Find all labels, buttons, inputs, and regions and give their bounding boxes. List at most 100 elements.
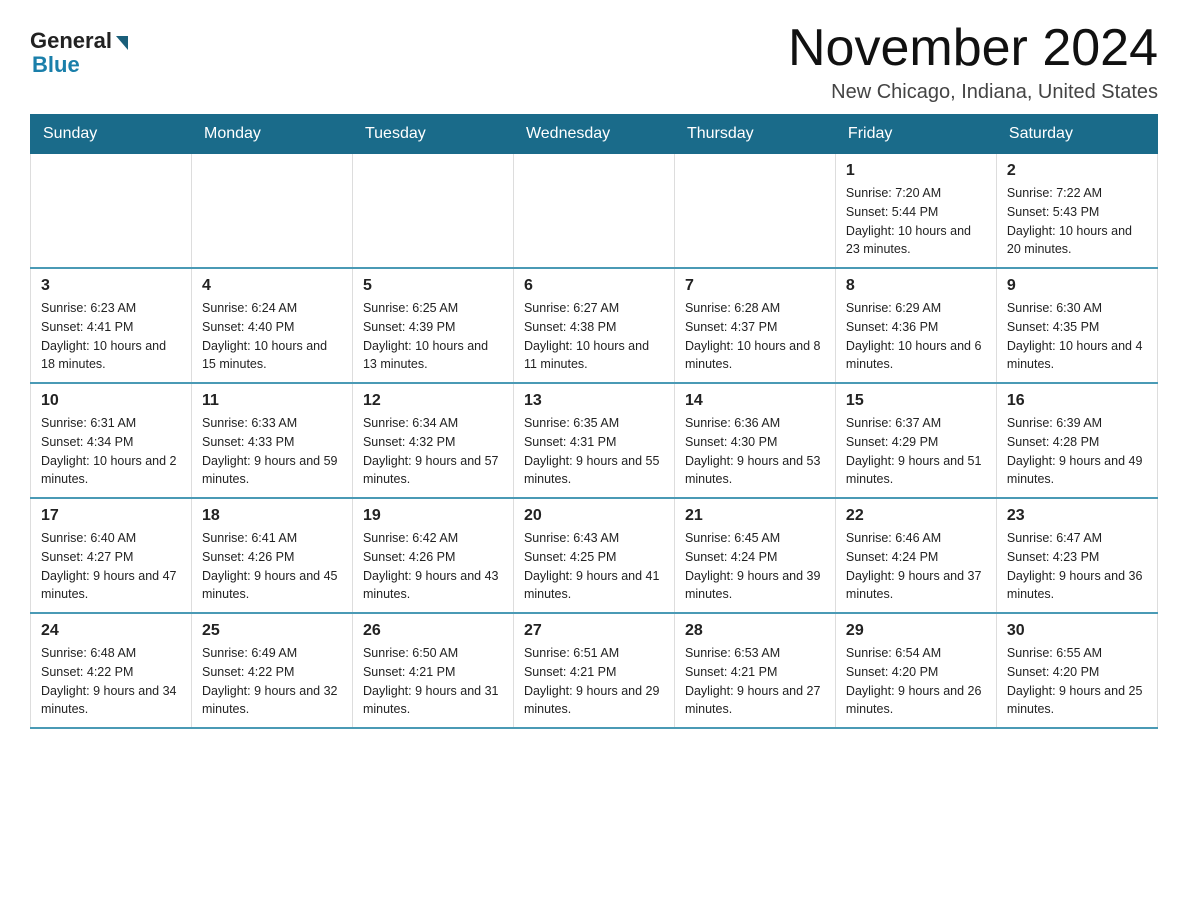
day-info: Sunrise: 6:54 AM Sunset: 4:20 PM Dayligh… bbox=[846, 644, 986, 719]
calendar-cell: 12 Sunrise: 6:34 AM Sunset: 4:32 PM Dayli… bbox=[352, 383, 513, 498]
title-block: November 2024 New Chicago, Indiana, Unit… bbox=[788, 20, 1158, 104]
calendar-cell: 6Sunrise: 6:27 AM Sunset: 4:38 PM Daylig… bbox=[513, 268, 674, 383]
calendar-cell: 11 Sunrise: 6:33 AM Sunset: 4:33 PM Dayli… bbox=[191, 383, 352, 498]
calendar-cell: 18Sunrise: 6:41 AM Sunset: 4:26 PM Dayli… bbox=[191, 498, 352, 613]
calendar-cell: 26Sunrise: 6:50 AM Sunset: 4:21 PM Dayli… bbox=[352, 613, 513, 728]
day-number: 6 bbox=[524, 277, 664, 295]
day-number: 13 bbox=[524, 392, 664, 410]
day-number: 25 bbox=[202, 622, 342, 640]
calendar-cell: 30Sunrise: 6:55 AM Sunset: 4:20 PM Dayli… bbox=[996, 613, 1157, 728]
day-info: Sunrise: 6:53 AM Sunset: 4:21 PM Dayligh… bbox=[685, 644, 825, 719]
calendar-cell: 15Sunrise: 6:37 AM Sunset: 4:29 PM Dayli… bbox=[835, 383, 996, 498]
logo: General Blue bbox=[30, 28, 128, 78]
day-number: 26 bbox=[363, 622, 503, 640]
day-info: Sunrise: 6:47 AM Sunset: 4:23 PM Dayligh… bbox=[1007, 529, 1147, 604]
calendar-cell: 22 Sunrise: 6:46 AM Sunset: 4:24 PM Dayli… bbox=[835, 498, 996, 613]
day-info: Sunrise: 6:24 AM Sunset: 4:40 PM Dayligh… bbox=[202, 299, 342, 374]
day-number: 18 bbox=[202, 507, 342, 525]
calendar-cell: 3 Sunrise: 6:23 AM Sunset: 4:41 PM Daylig… bbox=[31, 268, 192, 383]
calendar-cell: 9 Sunrise: 6:30 AM Sunset: 4:35 PM Daylig… bbox=[996, 268, 1157, 383]
day-number: 5 bbox=[363, 277, 503, 295]
day-info: Sunrise: 6:28 AM Sunset: 4:37 PM Dayligh… bbox=[685, 299, 825, 374]
day-number: 8 bbox=[846, 277, 986, 295]
weekday-header-wednesday: Wednesday bbox=[513, 115, 674, 154]
day-number: 10 bbox=[41, 392, 181, 410]
calendar-cell: 16 Sunrise: 6:39 AM Sunset: 4:28 PM Dayli… bbox=[996, 383, 1157, 498]
calendar-cell: 24 Sunrise: 6:48 AM Sunset: 4:22 PM Dayli… bbox=[31, 613, 192, 728]
calendar-cell bbox=[31, 154, 192, 269]
day-info: Sunrise: 6:45 AM Sunset: 4:24 PM Dayligh… bbox=[685, 529, 825, 604]
month-title: November 2024 bbox=[788, 20, 1158, 77]
calendar-cell: 23Sunrise: 6:47 AM Sunset: 4:23 PM Dayli… bbox=[996, 498, 1157, 613]
calendar-cell: 27Sunrise: 6:51 AM Sunset: 4:21 PM Dayli… bbox=[513, 613, 674, 728]
weekday-header-saturday: Saturday bbox=[996, 115, 1157, 154]
calendar-cell: 2Sunrise: 7:22 AM Sunset: 5:43 PM Daylig… bbox=[996, 154, 1157, 269]
day-info: Sunrise: 6:48 AM Sunset: 4:22 PM Dayligh… bbox=[41, 644, 181, 719]
calendar-cell: 29 Sunrise: 6:54 AM Sunset: 4:20 PM Dayli… bbox=[835, 613, 996, 728]
day-info: Sunrise: 6:30 AM Sunset: 4:35 PM Dayligh… bbox=[1007, 299, 1147, 374]
logo-blue-text: Blue bbox=[32, 52, 80, 78]
day-info: Sunrise: 6:37 AM Sunset: 4:29 PM Dayligh… bbox=[846, 414, 986, 489]
day-info: Sunrise: 6:29 AM Sunset: 4:36 PM Dayligh… bbox=[846, 299, 986, 374]
calendar-cell: 10 Sunrise: 6:31 AM Sunset: 4:34 PM Dayli… bbox=[31, 383, 192, 498]
day-info: Sunrise: 6:36 AM Sunset: 4:30 PM Dayligh… bbox=[685, 414, 825, 489]
day-info: Sunrise: 6:49 AM Sunset: 4:22 PM Dayligh… bbox=[202, 644, 342, 719]
day-info: Sunrise: 6:43 AM Sunset: 4:25 PM Dayligh… bbox=[524, 529, 664, 604]
day-number: 22 bbox=[846, 507, 986, 525]
day-info: Sunrise: 7:20 AM Sunset: 5:44 PM Dayligh… bbox=[846, 184, 986, 259]
day-number: 3 bbox=[41, 277, 181, 295]
calendar-cell: 13Sunrise: 6:35 AM Sunset: 4:31 PM Dayli… bbox=[513, 383, 674, 498]
day-number: 24 bbox=[41, 622, 181, 640]
weekday-header-friday: Friday bbox=[835, 115, 996, 154]
calendar-cell: 4 Sunrise: 6:24 AM Sunset: 4:40 PM Daylig… bbox=[191, 268, 352, 383]
calendar-week-row: 1 Sunrise: 7:20 AM Sunset: 5:44 PM Daylig… bbox=[31, 154, 1158, 269]
weekday-header-monday: Monday bbox=[191, 115, 352, 154]
calendar-cell: 21Sunrise: 6:45 AM Sunset: 4:24 PM Dayli… bbox=[674, 498, 835, 613]
calendar-cell bbox=[191, 154, 352, 269]
day-info: Sunrise: 6:33 AM Sunset: 4:33 PM Dayligh… bbox=[202, 414, 342, 489]
day-info: Sunrise: 6:23 AM Sunset: 4:41 PM Dayligh… bbox=[41, 299, 181, 374]
day-info: Sunrise: 6:39 AM Sunset: 4:28 PM Dayligh… bbox=[1007, 414, 1147, 489]
logo-arrow-icon bbox=[116, 36, 128, 50]
calendar-cell: 28 Sunrise: 6:53 AM Sunset: 4:21 PM Dayli… bbox=[674, 613, 835, 728]
weekday-header-thursday: Thursday bbox=[674, 115, 835, 154]
day-info: Sunrise: 6:55 AM Sunset: 4:20 PM Dayligh… bbox=[1007, 644, 1147, 719]
day-number: 9 bbox=[1007, 277, 1147, 295]
day-number: 27 bbox=[524, 622, 664, 640]
day-number: 2 bbox=[1007, 162, 1147, 180]
day-info: Sunrise: 6:34 AM Sunset: 4:32 PM Dayligh… bbox=[363, 414, 503, 489]
day-info: Sunrise: 6:31 AM Sunset: 4:34 PM Dayligh… bbox=[41, 414, 181, 489]
weekday-header-sunday: Sunday bbox=[31, 115, 192, 154]
day-number: 16 bbox=[1007, 392, 1147, 410]
calendar-cell: 8 Sunrise: 6:29 AM Sunset: 4:36 PM Daylig… bbox=[835, 268, 996, 383]
day-number: 11 bbox=[202, 392, 342, 410]
calendar-cell: 17 Sunrise: 6:40 AM Sunset: 4:27 PM Dayli… bbox=[31, 498, 192, 613]
day-info: Sunrise: 6:46 AM Sunset: 4:24 PM Dayligh… bbox=[846, 529, 986, 604]
calendar-week-row: 24 Sunrise: 6:48 AM Sunset: 4:22 PM Dayli… bbox=[31, 613, 1158, 728]
day-number: 1 bbox=[846, 162, 986, 180]
calendar-week-row: 17 Sunrise: 6:40 AM Sunset: 4:27 PM Dayli… bbox=[31, 498, 1158, 613]
calendar-table: SundayMondayTuesdayWednesdayThursdayFrid… bbox=[30, 114, 1158, 729]
day-number: 28 bbox=[685, 622, 825, 640]
day-number: 29 bbox=[846, 622, 986, 640]
day-number: 17 bbox=[41, 507, 181, 525]
calendar-cell: 14 Sunrise: 6:36 AM Sunset: 4:30 PM Dayli… bbox=[674, 383, 835, 498]
day-number: 7 bbox=[685, 277, 825, 295]
day-info: Sunrise: 6:40 AM Sunset: 4:27 PM Dayligh… bbox=[41, 529, 181, 604]
day-number: 19 bbox=[363, 507, 503, 525]
calendar-cell bbox=[352, 154, 513, 269]
weekday-header-row: SundayMondayTuesdayWednesdayThursdayFrid… bbox=[31, 115, 1158, 154]
logo-general-text: General bbox=[30, 28, 112, 54]
calendar-cell bbox=[513, 154, 674, 269]
day-number: 20 bbox=[524, 507, 664, 525]
calendar-cell: 5Sunrise: 6:25 AM Sunset: 4:39 PM Daylig… bbox=[352, 268, 513, 383]
day-number: 14 bbox=[685, 392, 825, 410]
day-number: 12 bbox=[363, 392, 503, 410]
calendar-header: SundayMondayTuesdayWednesdayThursdayFrid… bbox=[31, 115, 1158, 154]
calendar-cell: 25 Sunrise: 6:49 AM Sunset: 4:22 PM Dayli… bbox=[191, 613, 352, 728]
calendar-cell: 7 Sunrise: 6:28 AM Sunset: 4:37 PM Daylig… bbox=[674, 268, 835, 383]
calendar-cell: 1 Sunrise: 7:20 AM Sunset: 5:44 PM Daylig… bbox=[835, 154, 996, 269]
calendar-cell: 19Sunrise: 6:42 AM Sunset: 4:26 PM Dayli… bbox=[352, 498, 513, 613]
calendar-body: 1 Sunrise: 7:20 AM Sunset: 5:44 PM Daylig… bbox=[31, 154, 1158, 729]
day-number: 4 bbox=[202, 277, 342, 295]
